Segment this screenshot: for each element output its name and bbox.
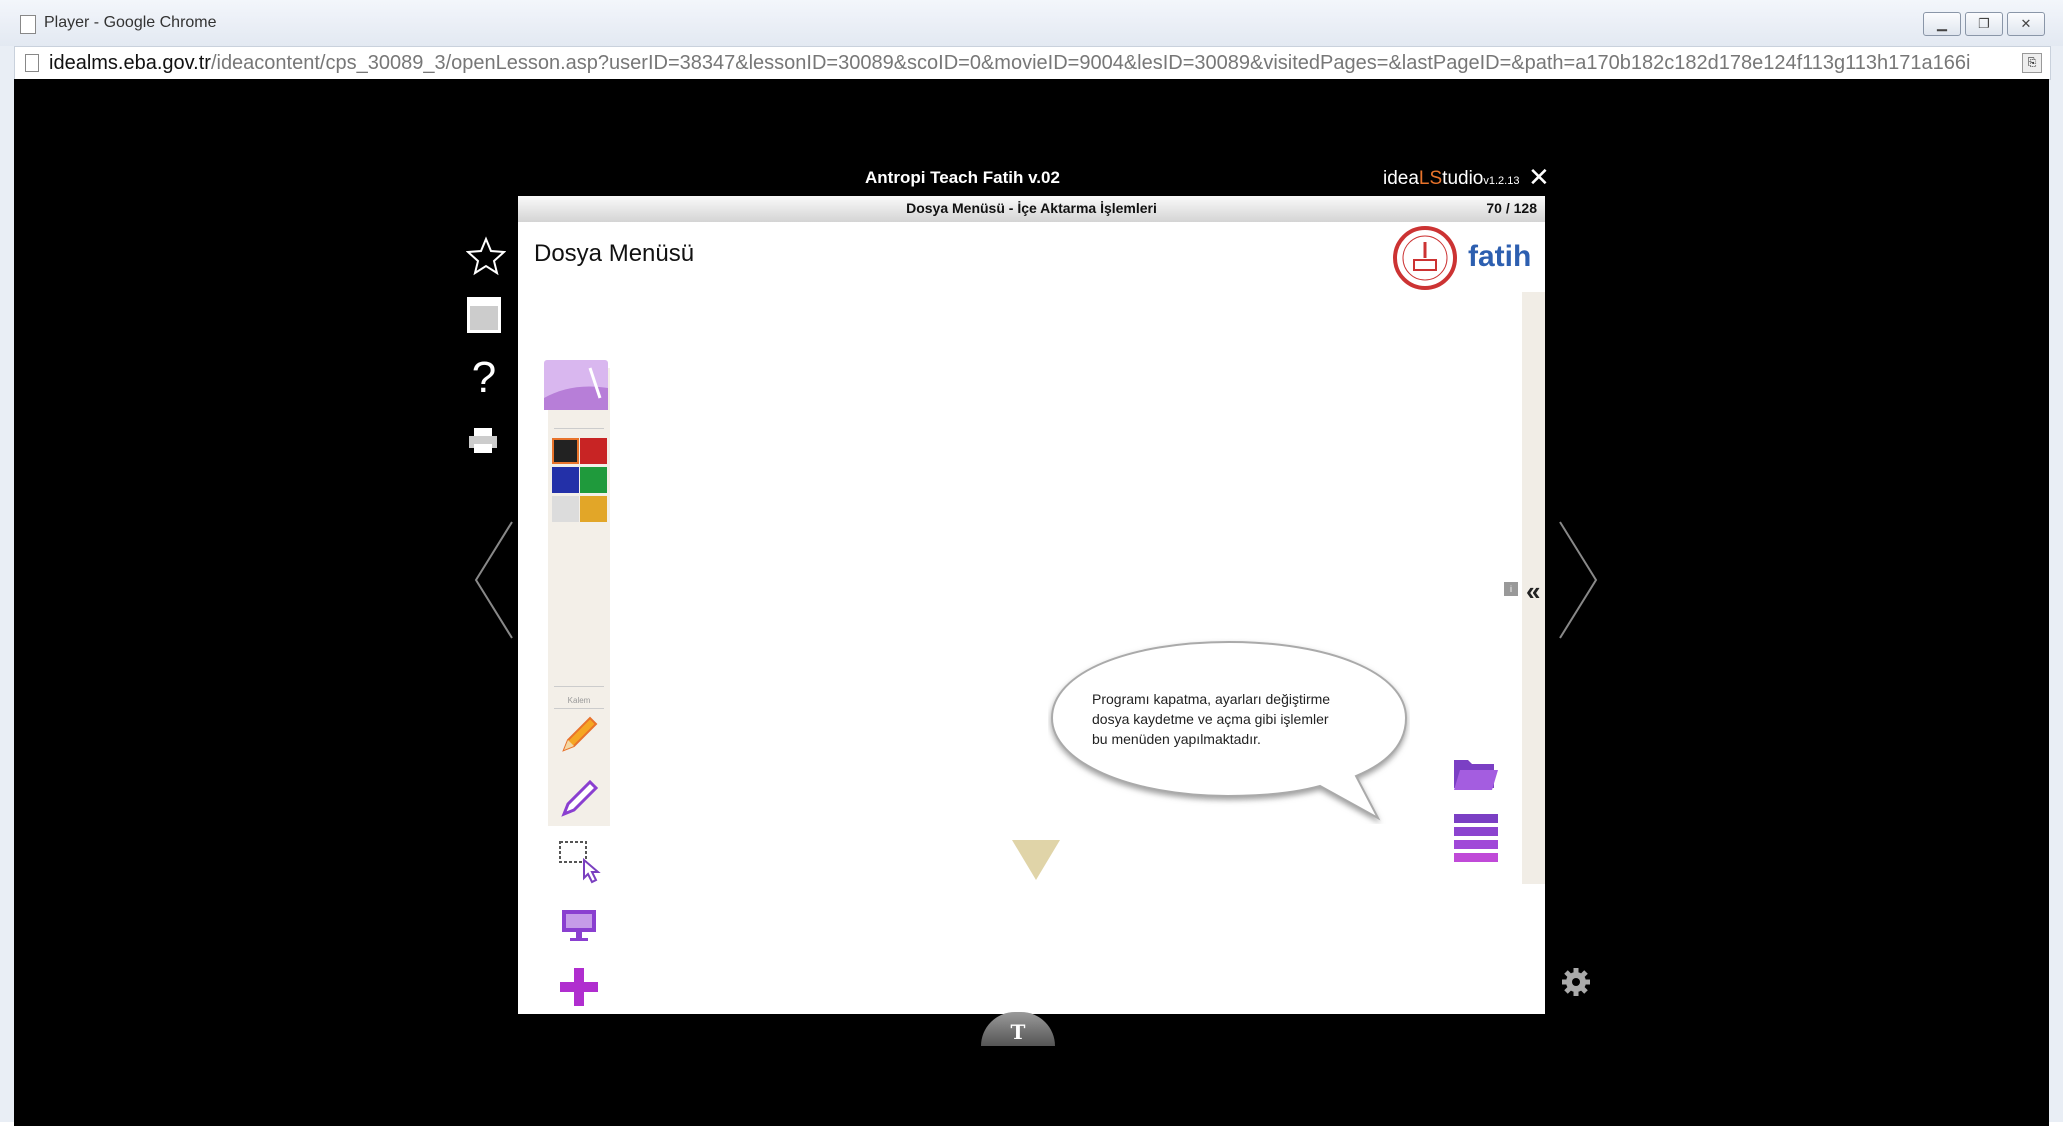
folder-icon[interactable] [1452, 754, 1500, 794]
fatih-logo: fatih [1468, 240, 1532, 273]
page-heading: Dosya Menüsü [534, 240, 695, 267]
page-icon [20, 15, 36, 34]
board-icon[interactable] [542, 358, 610, 412]
help-icon[interactable]: ? [466, 354, 502, 400]
bubble-line: bu menüden yapılmaktadır. [1092, 731, 1261, 747]
color-blue[interactable] [552, 467, 579, 493]
meb-logo-icon [1393, 226, 1457, 290]
bubble-text: Programı kapatma, ayarları değiştirme do… [1092, 689, 1392, 749]
settings-gear-icon[interactable] [1560, 966, 1592, 998]
close-window-button[interactable]: ✕ [2007, 12, 2045, 36]
app-title: Antropi Teach Fatih v.02 [865, 168, 1060, 187]
next-page-icon[interactable] [1556, 520, 1600, 640]
screen-icon[interactable] [556, 902, 602, 948]
scroll-down-icon[interactable] [1010, 838, 1062, 882]
color-yellow[interactable] [580, 496, 607, 522]
restore-button[interactable]: ❐ [1965, 12, 2003, 36]
print-icon[interactable] [466, 426, 500, 456]
pen-label: Kalem [567, 696, 591, 705]
studio-logo: ideaLStudiov1.2.13 [1383, 168, 1519, 190]
window-title: Player - Google Chrome [44, 14, 217, 31]
highlighter-icon[interactable] [556, 776, 602, 822]
page-indicator: 70 / 128 [1486, 200, 1537, 216]
divider [554, 686, 604, 687]
section-bar: Dosya Menüsü - İçe Aktarma İşlemleri 70 … [518, 196, 1545, 222]
translate-icon[interactable]: ⎘ [2022, 53, 2042, 73]
url-host: idealms.eba.gov.tr [49, 52, 211, 74]
section-title: Dosya Menüsü - İçe Aktarma İşlemleri [906, 200, 1157, 216]
color-red[interactable] [580, 438, 607, 464]
divider [554, 428, 604, 429]
bubble-line: dosya kaydetme ve açma gibi işlemler [1092, 711, 1329, 727]
menu-list-icon[interactable] [1452, 812, 1500, 864]
title-bar: Player - Google Chrome ▁ ❐ ✕ [0, 0, 2063, 46]
page-icon [25, 54, 39, 72]
address-bar[interactable]: idealms.eba.gov.tr/ideacontent/cps_30089… [14, 46, 2051, 80]
url-text[interactable]: idealms.eba.gov.tr/ideacontent/cps_30089… [49, 52, 2024, 75]
expand-panel-icon[interactable]: « [1526, 576, 1540, 607]
pen-icon[interactable] [556, 712, 602, 758]
star-icon[interactable] [466, 236, 506, 276]
svg-text:?: ? [472, 354, 496, 400]
color-white[interactable] [552, 496, 579, 522]
url-path: /ideacontent/cps_30089_3/openLesson.asp?… [210, 52, 1971, 74]
minimize-button[interactable]: ▁ [1923, 12, 1961, 36]
color-black[interactable] [552, 438, 579, 464]
studio-accent: LS [1418, 168, 1443, 189]
add-icon[interactable] [556, 964, 602, 1010]
studio-suffix: tudio [1442, 168, 1484, 189]
close-player-icon[interactable]: ✕ [1528, 164, 1550, 190]
lesson-content: Dosya Menüsü - İçe Aktarma İşlemleri 70 … [518, 196, 1545, 1014]
studio-version: v1.2.13 [1483, 175, 1520, 187]
previous-page-icon[interactable] [472, 520, 516, 640]
info-icon[interactable]: i [1504, 582, 1518, 596]
drawing-toolbar: Kalem [544, 360, 610, 1006]
divider [554, 708, 604, 709]
select-area-icon[interactable] [556, 838, 602, 884]
bubble-line: Programı kapatma, ayarları değiştirme [1092, 691, 1331, 707]
panel-icon[interactable] [466, 296, 502, 334]
browser-window: Player - Google Chrome ▁ ❐ ✕ idealms.eba… [0, 0, 2063, 1126]
studio-prefix: idea [1383, 168, 1419, 189]
color-green[interactable] [580, 467, 607, 493]
